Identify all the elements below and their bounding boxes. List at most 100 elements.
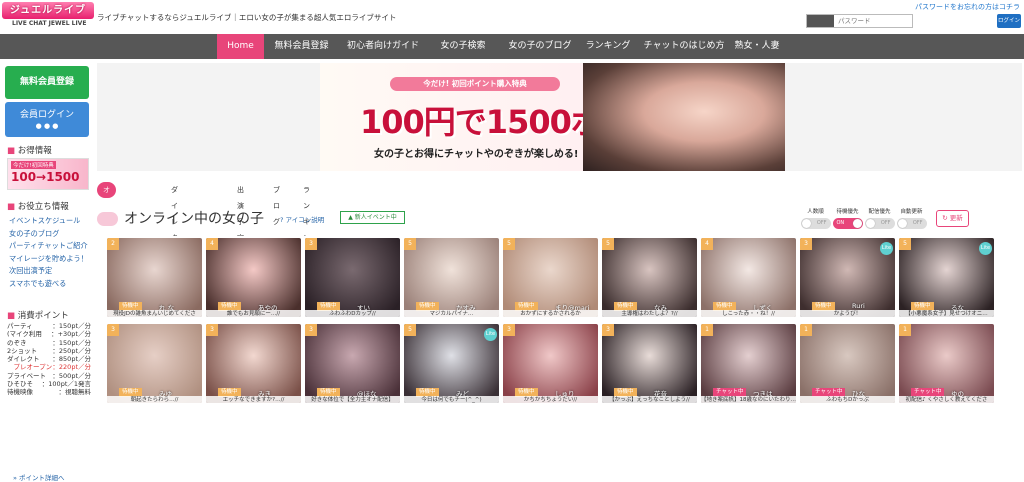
nav-item-7[interactable]: 熟女・人妻 (733, 34, 781, 59)
promo-badge: 今だけ! 初回ポイント購入特典 (390, 77, 560, 91)
performer-card[interactable]: 3 Lite 待機中 Ruri かようび！ (800, 238, 895, 317)
user-icon (807, 15, 821, 27)
performer-card[interactable]: 3 待機中 @ほな 好きな体位で【全力主オナ配信】 (305, 324, 400, 403)
performer-card[interactable]: 3 待機中 花音 【かっぷ】えっちなことしよう// (602, 324, 697, 403)
nav-item-6[interactable]: チャットのはじめ方 (635, 34, 733, 59)
sns-login-icons[interactable]: ● ● ● (5, 122, 89, 130)
performer-comment: しこった赤・・ね！// (701, 310, 796, 317)
viewer-count-badge: 3 (602, 324, 614, 336)
toggle-switch[interactable]: ON (832, 218, 863, 229)
viewer-count-badge: 3 (305, 238, 317, 250)
site-logo[interactable]: ジュエルライブ LIVE CHAT JEWEL LIVE (2, 2, 94, 29)
refresh-button[interactable]: ↻ 更新 (936, 210, 969, 227)
performer-comment: 朝起きたらわら…// (107, 396, 202, 403)
performer-card[interactable]: 3 待機中 みき エッチなできますか?…// (206, 324, 301, 403)
viewer-count-badge: 4 (206, 238, 218, 250)
points-value: ：150pt／分 (52, 338, 91, 347)
sidebar-link[interactable]: マイレージを貯めよう！ (9, 253, 88, 266)
performer-comment: 【小悪魔系女子】見せつけオニ… (899, 310, 994, 317)
lite-icon: Lite (979, 242, 992, 255)
sidebar-link[interactable]: パーティチャットご紹介 (9, 240, 88, 253)
viewer-count-badge: 3 (206, 324, 218, 336)
performer-card[interactable]: 3 待機中 みゆ 朝起きたらわら…// (107, 324, 202, 403)
performer-card[interactable]: 5 Lite 待機中 るな 【小悪魔系女子】見せつけオニ… (899, 238, 994, 317)
register-button[interactable]: 無料会員登録 (5, 66, 89, 99)
performer-card[interactable]: 1 チャット中 ひな ふわもちDかっぷ (800, 324, 895, 403)
performer-card[interactable]: 4 待機中 しずく しこった赤・・ね！// (701, 238, 796, 317)
viewer-count-badge: 5 (899, 238, 911, 250)
sidebar-link[interactable]: 次回出演予定 (9, 265, 88, 278)
toggle-0[interactable]: 人数順 OFF (799, 207, 832, 229)
refresh-icon: ↻ (942, 214, 948, 222)
site-tagline: ライブチャットするならジュエルライブ｜エロい女の子が集まる超人気エロライブサイト (97, 13, 397, 22)
performer-card[interactable]: 5 待機中 かすみ マジカルパイナ… (404, 238, 499, 317)
nav-item-4[interactable]: 女の子のブログ (499, 34, 581, 59)
nav-item-5[interactable]: ランキング (581, 34, 635, 59)
more-points-link[interactable]: » ポイント詳細へ (13, 472, 65, 482)
toggle-2[interactable]: 配信優先 OFF (863, 207, 896, 229)
points-value: ：250pt／分 (52, 346, 91, 355)
new-event-badge[interactable]: ▲ 新人イベント中 (340, 211, 405, 224)
points-title: ■ 消費ポイント (7, 309, 69, 321)
performer-card[interactable]: 3 待機中 しゅり かちかちちょうだい// (503, 324, 598, 403)
performer-comment: 主導権はわたしよ？?// (602, 310, 697, 317)
icon-legend-text: アイコン説明 (285, 216, 325, 224)
header-login-button[interactable]: ログイン (997, 14, 1021, 28)
performer-comment: おかずにするかされるか (503, 310, 598, 317)
help-icon: ? (280, 216, 284, 224)
points-row: プライベート ：500pt／分 (7, 372, 91, 380)
performer-card[interactable]: 3 待機中 すい ふわふわDカップ// (305, 238, 400, 317)
tab-3[interactable]: ブログ (273, 182, 280, 226)
sidebar-link[interactable]: スマホでも遊べる (9, 278, 88, 291)
nav-item-1[interactable]: 無料会員登録 (264, 34, 339, 59)
promo-small-top: 今だけ!初回特典 (11, 161, 56, 169)
viewer-count-badge: 1 (800, 324, 812, 336)
toggle-label: 待機優先 (836, 209, 859, 215)
tab-1[interactable]: ダイレクトチャット (171, 182, 178, 322)
points-row: のぞき ：150pt／分 (7, 339, 91, 347)
logo-sub: LIVE CHAT JEWEL LIVE (12, 20, 87, 27)
points-label: 2ショット (7, 346, 38, 355)
points-value: ：500pt／分 (52, 371, 91, 380)
password-field-wrap (820, 14, 913, 28)
member-login-button[interactable]: 会員ログイン ● ● ● (5, 102, 89, 137)
performer-card[interactable]: 4 待機中 あやの 誰でもお見願にー…// (206, 238, 301, 317)
toggle-1[interactable]: 待機優先 ON (831, 207, 864, 229)
toggle-switch[interactable]: OFF (800, 218, 831, 229)
performer-card[interactable]: 2 待機中れ な現役JDの雑魚まんいじめてくださ (107, 238, 202, 317)
toggle-switch[interactable]: OFF (896, 218, 927, 229)
sidebar-link[interactable]: イベントスケジュール (9, 215, 88, 228)
tab-2[interactable]: 出演予定 (237, 182, 244, 242)
performer-comment: マジカルパイナ… (404, 310, 499, 317)
performer-comment: 現役JDの雑魚まんいじめてくださ (107, 310, 202, 317)
toggle-switch[interactable]: OFF (864, 218, 895, 229)
performer-comment: ふわもちDかっぷ (800, 396, 895, 403)
performer-comment: 誰でもお見願にー…// (206, 310, 301, 317)
performer-card[interactable]: 1 チャット中 つきは 【地き案底帆】18歳なのにいたわり… (701, 324, 796, 403)
viewer-count-badge: 4 (701, 238, 713, 250)
sidebar-link[interactable]: 女の子のブログ (9, 228, 88, 241)
nav-item-3[interactable]: 女の子検索 (427, 34, 499, 59)
forgot-password-link[interactable]: パスワードをお忘れの方はコチラ (915, 2, 1020, 12)
performer-card[interactable]: 5 Lite 待機中 みど 今日は何でもチー(^_^) (404, 324, 499, 403)
points-title-text: 消費ポイント (17, 311, 69, 321)
password-input[interactable] (838, 15, 908, 27)
toggle-3[interactable]: 自動更新 OFF (895, 207, 928, 229)
register-label: 無料会員登録 (19, 77, 74, 87)
tab-4[interactable]: ランキング (303, 182, 310, 258)
performer-card[interactable]: 5 待機中 なみ 主導権はわたしよ？?// (602, 238, 697, 317)
tab-0[interactable]: オンラインチャット (97, 182, 116, 322)
toggle-label: 配信優先 (868, 209, 891, 215)
nav-item-2[interactable]: 初心者向けガイド (339, 34, 427, 59)
promo-small-banner[interactable]: 今だけ!初回特典 100→1500 (7, 158, 89, 190)
icon-legend-link[interactable]: ? アイコン説明 (280, 214, 324, 224)
promo-banner[interactable]: 今だけ! 初回ポイント購入特典 100円で1500ポイント 女の子とお得にチャッ… (97, 63, 1022, 171)
performer-comment: エッチなできますか?…// (206, 396, 301, 403)
site-header: ジュエルライブ LIVE CHAT JEWEL LIVE ライブチャットするなら… (0, 0, 1024, 32)
performer-card[interactable]: 1 チャット中 ゆの 初配信♪ くやさしく教えてくださ (899, 324, 994, 403)
useful-links: イベントスケジュール 女の子のブログ パーティチャットご紹介 マイレージを貯めよう！次… (9, 215, 88, 290)
performer-card[interactable]: 5 待機中 まり@mari おかずにするかされるか (503, 238, 598, 317)
key-icon (820, 15, 834, 27)
member-login-label: 会員ログイン (19, 110, 74, 120)
nav-item-0[interactable]: Home (217, 34, 264, 59)
